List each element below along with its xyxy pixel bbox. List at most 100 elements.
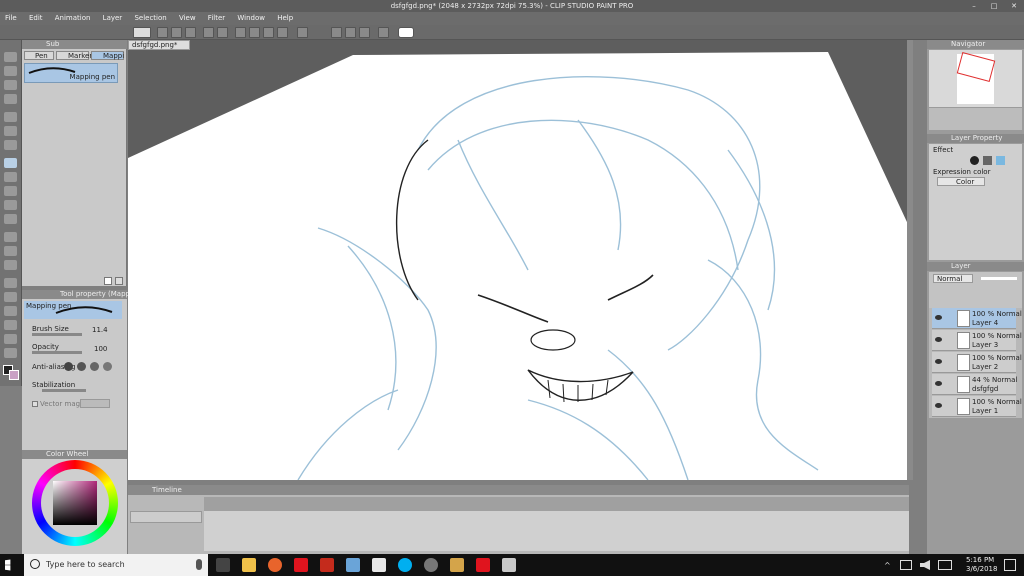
snap-special-ruler-icon[interactable] [359,27,370,38]
correct-line-tool-icon[interactable] [4,348,17,358]
menu-view[interactable]: View [174,12,201,25]
app-icon-blue[interactable] [346,558,360,572]
canvas-drawing[interactable] [128,50,913,480]
clock-time[interactable]: 5:16 PM [966,556,994,564]
selection-icon[interactable] [297,27,308,38]
eyedropper-tool-icon[interactable] [4,140,17,150]
fill-tool-icon[interactable] [4,260,17,270]
layer-opacity-slider[interactable] [981,277,1017,280]
antialias-strong-icon[interactable] [103,362,112,371]
app-icon-gold[interactable] [450,558,464,572]
antialias-none-icon[interactable] [64,362,73,371]
file-explorer-icon[interactable] [242,558,256,572]
menu-selection[interactable]: Selection [129,12,171,25]
menu-layer[interactable]: Layer [98,12,128,25]
minimize-icon[interactable]: – [964,0,984,12]
blend-mode-select[interactable]: Normal [933,274,973,283]
subtool-tab-marker[interactable]: Marker [56,51,92,60]
save-icon[interactable] [185,27,196,38]
move-layer-tool-icon[interactable] [4,94,17,104]
menu-window[interactable]: Window [232,12,270,25]
opacity-value[interactable]: 100 [94,345,107,353]
firefox-icon[interactable] [268,558,282,572]
volume-icon[interactable] [920,560,930,570]
clock-date[interactable]: 3/6/2018 [966,565,997,573]
tone-effect-icon[interactable] [983,156,992,165]
frame-tool-icon[interactable] [4,306,17,316]
subtool-tab-mapping[interactable]: Mappi [91,51,124,60]
app-icon-window[interactable] [502,558,516,572]
saturation-value-square[interactable] [53,481,97,525]
gradient-tool-icon[interactable] [4,278,17,288]
zoom-tool-icon[interactable] [4,52,17,62]
tray-chevron-icon[interactable]: ^ [884,561,891,570]
decoration-tool-icon[interactable] [4,214,17,224]
network-icon[interactable] [900,560,912,570]
canvas-area[interactable]: dsfgfgd.png* [128,40,913,480]
layer-row-1[interactable]: 100 % Normal Layer 1 [932,396,1022,417]
border-effect-icon[interactable] [970,156,979,165]
undo-icon[interactable] [203,27,214,38]
subtool-tab-pen[interactable]: Pen [24,51,54,60]
operation-tool-icon[interactable] [4,80,17,90]
vector-magnet-checkbox[interactable] [32,401,38,407]
navigator-preview[interactable] [929,50,1022,107]
layer-color-effect-icon[interactable] [996,156,1005,165]
expression-color-select[interactable]: Color [937,177,985,186]
snap-ruler-icon[interactable] [331,27,342,38]
stabilization-slider[interactable] [42,389,86,392]
eraser-tool-icon[interactable] [4,232,17,242]
brush-tool-icon[interactable] [4,186,17,196]
vector-magnet-level[interactable] [80,399,110,408]
document-tab[interactable]: dsfgfgd.png* [128,40,190,50]
deselect-icon[interactable] [277,27,288,38]
add-subtool-icon[interactable] [104,277,112,285]
taskbar-search-box[interactable]: Type here to search [24,554,208,576]
layer-row-3[interactable]: 100 % Normal Layer 3 [932,330,1022,351]
help-icon[interactable] [398,27,414,38]
microphone-icon[interactable] [196,559,202,570]
snap-grid-icon[interactable] [345,27,356,38]
clip-studio-icon[interactable] [133,27,151,38]
sub-color-swatch[interactable] [9,370,19,380]
app-icon-gray[interactable] [424,558,438,572]
visibility-eye-icon[interactable] [935,359,942,364]
delete-subtool-icon[interactable] [115,277,123,285]
airbrush-tool-icon[interactable] [4,200,17,210]
timeline-track[interactable] [204,511,909,551]
menu-edit[interactable]: Edit [24,12,48,25]
visibility-eye-icon[interactable] [935,337,942,342]
menu-animation[interactable]: Animation [50,12,96,25]
clear-icon[interactable] [235,27,246,38]
transform-icon[interactable] [263,27,274,38]
windows-start-icon[interactable] [5,559,11,571]
antialias-medium-icon[interactable] [90,362,99,371]
maximize-icon[interactable]: □ [984,0,1004,12]
redo-icon[interactable] [217,27,228,38]
notifications-icon[interactable] [1004,559,1016,571]
auto-select-tool-icon[interactable] [4,126,17,136]
open-file-icon[interactable] [171,27,182,38]
layer-row-dsfgfgd[interactable]: 44 % Normal dsfgfgd [932,374,1017,395]
menu-help[interactable]: Help [272,12,298,25]
visibility-eye-icon[interactable] [935,315,942,320]
visibility-eye-icon[interactable] [935,381,942,386]
settings-dropdown-icon[interactable] [378,27,389,38]
visibility-eye-icon[interactable] [935,403,942,408]
task-view-icon[interactable] [216,558,230,572]
heart-app-icon[interactable] [294,558,308,572]
skype-icon[interactable] [398,558,412,572]
close-icon[interactable]: ✕ [1004,0,1024,12]
figure-tool-icon[interactable] [4,292,17,302]
app-icon-red[interactable] [320,558,334,572]
text-tool-icon[interactable] [4,320,17,330]
layer-row-2[interactable]: 100 % Normal Layer 2 [932,352,1022,373]
pen-tool-icon[interactable] [4,158,17,168]
menu-filter[interactable]: Filter [203,12,230,25]
clip-studio-taskbar-icon[interactable] [372,558,386,572]
layer-row-4[interactable]: 100 % Normal Layer 4 [932,308,1022,329]
menu-file[interactable]: File [0,12,22,25]
new-file-icon[interactable] [157,27,168,38]
opacity-slider[interactable] [32,351,82,354]
brush-size-slider[interactable] [32,333,82,336]
